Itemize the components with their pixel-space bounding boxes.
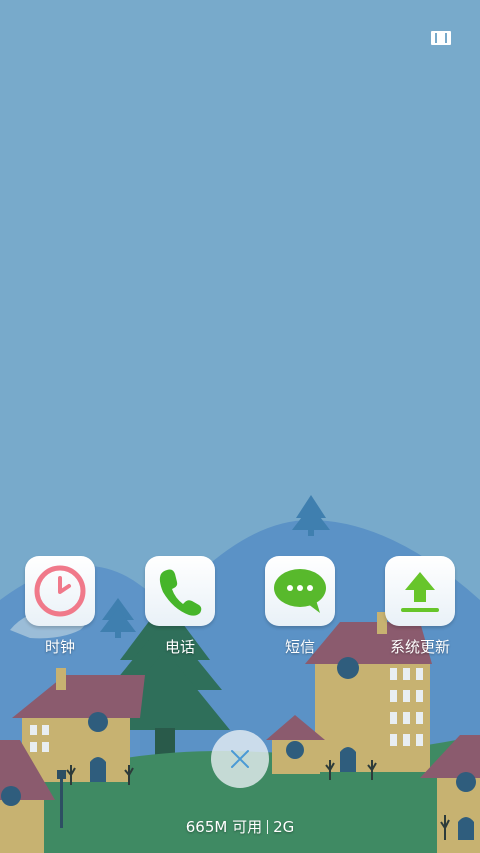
close-button[interactable] [211,730,269,788]
app-messages[interactable]: 短信 [245,556,355,657]
app-system-update-tile[interactable] [385,556,455,626]
message-icon [274,569,326,613]
app-clock-tile[interactable] [25,556,95,626]
app-clock[interactable]: 时钟 [5,556,115,657]
phone-icon [159,569,202,616]
memory-available: 665M 可用 [185,818,263,836]
upload-icon [401,572,439,612]
app-messages-tile[interactable] [265,556,335,626]
app-phone-tile[interactable] [145,556,215,626]
close-icon [231,750,249,768]
memory-status: 665M 可用 2G [0,816,480,837]
app-clock-label: 时钟 [44,638,75,656]
app-system-update-label: 系统更新 [389,638,450,656]
app-messages-label: 短信 [284,638,315,656]
app-phone[interactable]: 电话 [125,556,235,657]
divider [267,820,269,834]
network-type: 2G [273,818,295,836]
clock-icon [34,565,86,617]
wallpaper-scene [0,0,480,853]
app-system-update[interactable]: 系统更新 [365,556,475,657]
battery-icon [431,31,451,45]
app-phone-label: 电话 [164,638,195,656]
